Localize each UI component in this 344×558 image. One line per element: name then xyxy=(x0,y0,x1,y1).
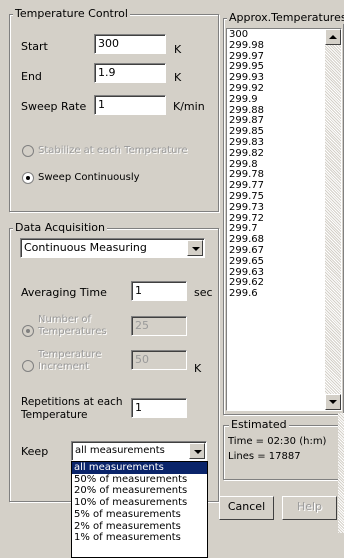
temperature-increment-label-1: Temperature xyxy=(38,349,102,360)
keep-label: Keep xyxy=(21,445,49,458)
number-of-temperatures-input[interactable]: 25 xyxy=(131,316,187,336)
temperature-increment-input[interactable]: 50 xyxy=(131,350,187,370)
repetitions-label-2: Temperature xyxy=(21,409,88,421)
repetitions-input[interactable]: 1 xyxy=(131,398,187,418)
keep-option[interactable]: 10% of measurements xyxy=(72,497,207,509)
temperature-increment-unit: K xyxy=(194,362,202,375)
number-of-temperatures-label-2: Temperatures xyxy=(38,326,107,337)
list-item[interactable]: 299.82 xyxy=(229,148,323,160)
averaging-time-unit: sec xyxy=(194,286,213,299)
keep-dropdown-list[interactable]: all measurements 50% of measurements 20%… xyxy=(71,461,208,558)
keep-option[interactable]: 2% of measurements xyxy=(72,521,207,533)
estimated-title: Estimated xyxy=(229,418,289,431)
keep-option[interactable]: 1% of measurements xyxy=(72,532,207,544)
sweep-continuously-radio[interactable] xyxy=(22,172,34,184)
temperature-increment-radio[interactable] xyxy=(22,360,34,372)
sweep-rate-unit: K/min xyxy=(173,100,205,113)
keep-value: all measurements xyxy=(75,445,165,456)
scroll-down-icon[interactable] xyxy=(325,394,341,410)
temperature-increment-label-2: Increment xyxy=(38,361,89,372)
data-acquisition-title: Data Acquisition xyxy=(13,221,108,234)
list-scrollbar[interactable] xyxy=(325,29,341,410)
start-input[interactable]: 300 xyxy=(94,34,166,54)
window-edge xyxy=(338,413,344,533)
scroll-up-icon[interactable] xyxy=(325,29,341,45)
keep-option[interactable]: 20% of measurements xyxy=(72,485,207,497)
keep-option[interactable]: 5% of measurements xyxy=(72,509,207,521)
sweep-rate-label: Sweep Rate xyxy=(21,100,87,113)
sweep-rate-input[interactable]: 1 xyxy=(94,95,166,115)
list-item[interactable]: 299.65 xyxy=(229,256,323,268)
chevron-down-icon[interactable] xyxy=(189,443,205,459)
number-of-temperatures-radio[interactable] xyxy=(22,325,34,337)
keep-select[interactable]: all measurements xyxy=(71,441,207,461)
approx-temperatures-list[interactable]: 300 299.98 299.97 299.95 299.93 299.92 2… xyxy=(226,28,342,411)
start-label: Start xyxy=(21,40,48,53)
approx-temperatures-items: 300 299.98 299.97 299.95 299.93 299.92 2… xyxy=(229,29,323,300)
start-unit: K xyxy=(174,43,182,56)
cancel-button[interactable]: Cancel xyxy=(219,496,274,520)
list-item[interactable]: 299.73 xyxy=(229,202,323,214)
keep-option[interactable]: all measurements xyxy=(72,462,207,474)
approx-temperatures-title: Approx.Temperatures xyxy=(227,11,344,24)
list-item[interactable]: 299.98 xyxy=(229,40,323,52)
end-label: End xyxy=(21,70,42,83)
stabilize-radio[interactable] xyxy=(22,145,34,157)
sweep-continuously-label: Sweep Continuously xyxy=(38,172,140,183)
averaging-time-label: Averaging Time xyxy=(21,286,107,299)
stabilize-label: Stabilize at each Temperature xyxy=(38,145,188,156)
acquisition-mode-value: Continuous Measuring xyxy=(24,241,147,254)
end-unit: K xyxy=(174,71,182,84)
repetitions-label-1: Repetitions at each xyxy=(21,396,123,408)
temperature-control-title: Temperature Control xyxy=(13,7,130,20)
keep-option[interactable]: 50% of measurements xyxy=(72,474,207,486)
averaging-time-input[interactable]: 1 xyxy=(131,281,187,301)
number-of-temperatures-label-1: Number of xyxy=(38,314,91,325)
estimated-time: Time = 02:30 (h:m) xyxy=(228,436,327,447)
acquisition-mode-select[interactable]: Continuous Measuring xyxy=(20,238,205,258)
estimated-lines: Lines = 17887 xyxy=(228,451,301,462)
list-item[interactable]: 299.9 xyxy=(229,94,323,106)
help-button[interactable]: Help xyxy=(282,496,337,520)
end-input[interactable]: 1.9 xyxy=(94,63,166,83)
list-item[interactable]: 299.6 xyxy=(229,288,323,300)
chevron-down-icon[interactable] xyxy=(187,240,203,256)
